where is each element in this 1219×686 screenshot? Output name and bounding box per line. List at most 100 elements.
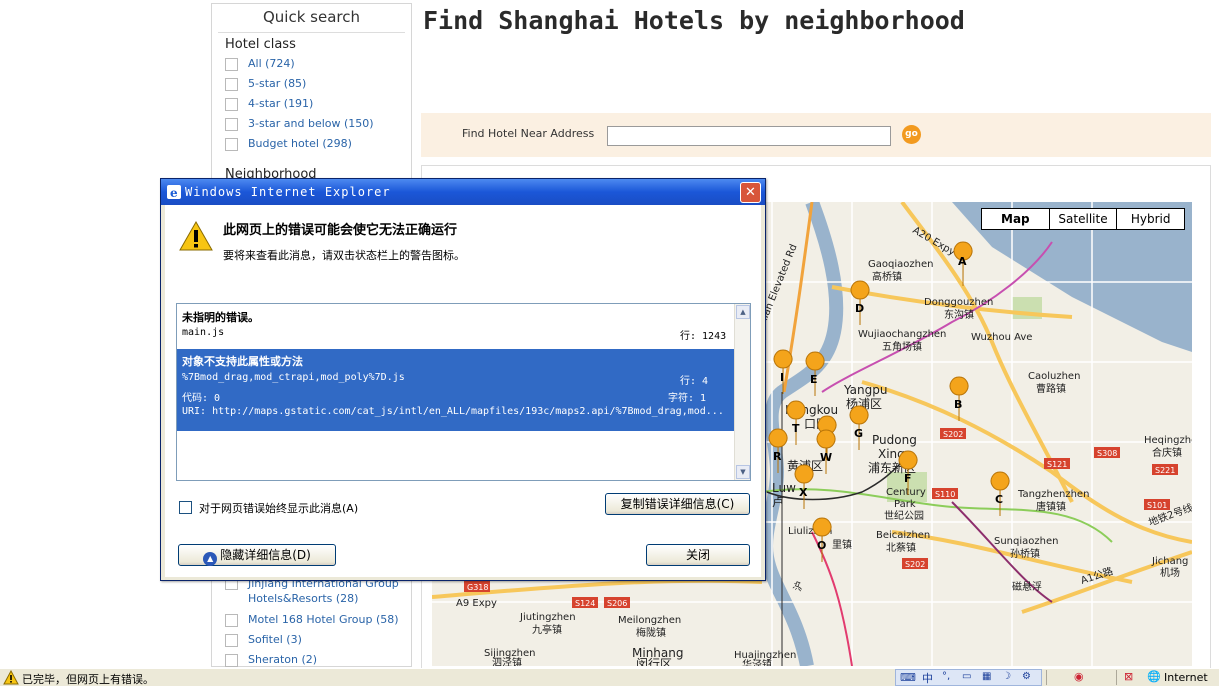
option-label[interactable]: Budget hotel (298) (248, 137, 352, 150)
status-text: 已完毕，但网页上有错误。 (22, 673, 154, 686)
option-label[interactable]: 3-star and below (150) (248, 117, 374, 130)
error-details-list[interactable]: 未指明的错误。 main.js 行: 1243 对象不支持此属性或方法 %7Bm… (176, 303, 751, 481)
ime-logo-icon[interactable]: ⌨ (900, 671, 916, 684)
option-label[interactable]: Motel 168 Hotel Group (58) (248, 613, 399, 626)
ime-grid-icon[interactable]: ▦ (982, 671, 991, 682)
go-button[interactable]: go (902, 125, 921, 144)
road-shield-s308: S308 (1097, 449, 1117, 458)
svg-text:C: C (995, 493, 1003, 506)
ime-moon-icon[interactable]: ☽ (1002, 671, 1011, 682)
dialog-body: 此网页上的错误可能会使它无法正确运行 要将来查看此消息，请双击状态栏上的警告图标… (165, 205, 761, 577)
map-label: Park (894, 499, 916, 510)
ime-mode-label[interactable]: 中 (922, 670, 933, 686)
error-code: 代码: 0 (182, 393, 221, 404)
svg-text:W: W (820, 451, 832, 464)
map-label: Tangzhenzhen (1017, 489, 1089, 500)
checkbox[interactable] (225, 78, 238, 91)
map-type-map-button[interactable]: Map (982, 209, 1049, 229)
ime-toolbar[interactable]: 中 ⌨ °, ▭ ▦ ☽ ⚙ (895, 669, 1042, 686)
road-shield-s110: S110 (935, 490, 955, 499)
internet-zone-globe-icon: 🌐 (1147, 670, 1161, 683)
hide-details-button[interactable]: ▲ 隐藏详细信息(D) (178, 544, 336, 566)
map-label: Yangpu (843, 383, 887, 397)
always-show-label[interactable]: 对于网页错误始终显示此消息(A) (199, 500, 358, 516)
svg-text:F: F (904, 472, 912, 485)
divider (1116, 670, 1117, 685)
checkbox[interactable] (225, 654, 238, 667)
svg-text:e: e (170, 186, 178, 199)
map-label: Gaoqiaozhen (868, 259, 933, 270)
ime-settings-icon[interactable]: ⚙ (1022, 671, 1031, 682)
always-show-checkbox[interactable] (179, 501, 192, 514)
dialog-hint: 要将来查看此消息，请双击状态栏上的警告图标。 (223, 249, 465, 262)
ime-keyboard-icon[interactable]: ▭ (962, 671, 971, 682)
map-label: 高桥镇 (872, 270, 902, 283)
ime-punct-icon[interactable]: °, (942, 671, 950, 682)
dialog-heading: 此网页上的错误可能会使它无法正确运行 (223, 223, 458, 238)
error-line: 行: 4 (680, 376, 709, 387)
option-label[interactable]: 5-star (85) (248, 77, 306, 90)
error-list-scrollbar[interactable]: ▲ ▼ (734, 304, 750, 480)
map-label: 北蔡镇 (886, 541, 916, 554)
address-search-bar: Find Hotel Near Address go (421, 113, 1211, 157)
map-type-hybrid-button[interactable]: Hybrid (1116, 209, 1184, 229)
popup-blocked-icon[interactable]: ⊠ (1124, 670, 1133, 683)
map-label: 闵行区 (636, 656, 672, 666)
browser-page: { "sidebar": { "title": "Quick search", … (0, 0, 1219, 686)
svg-text:R: R (773, 450, 782, 463)
map-label: Sunqiaozhen (994, 536, 1058, 547)
option-label[interactable]: Sofitel (3) (248, 633, 302, 646)
hide-details-label: 隐藏详细信息(D) (220, 548, 311, 562)
map-label: 机场 (1160, 566, 1180, 579)
address-input[interactable] (607, 126, 891, 146)
scroll-down-arrow-icon[interactable]: ▼ (736, 465, 750, 479)
dialog-titlebar[interactable]: e Windows Internet Explorer ✕ (161, 179, 765, 205)
map-label: A9 Expy (456, 598, 497, 609)
svg-text:G: G (854, 427, 863, 440)
checkbox[interactable] (225, 58, 238, 71)
copy-error-details-button[interactable]: 复制错误详细信息(C) (605, 493, 750, 515)
map-label: Caoluzhen (1028, 371, 1080, 382)
map-label: 华泾镇 (742, 658, 772, 666)
road-shield-s124: S124 (575, 599, 595, 608)
map-label: Pudong (872, 433, 917, 447)
option-label[interactable]: Sheraton (2) (248, 653, 317, 666)
svg-text:E: E (810, 373, 818, 386)
road-shield-s202: S202 (905, 560, 925, 569)
map-label: 九亭镇 (532, 623, 562, 636)
checkbox[interactable] (225, 118, 238, 131)
map-label: 卢 (772, 494, 784, 509)
error-line: 行: 1243 (680, 331, 727, 342)
map-label: Century (886, 487, 926, 498)
collapse-arrow-icon: ▲ (203, 552, 218, 566)
close-button[interactable]: 关闭 (646, 544, 750, 566)
page-error-warning-icon[interactable] (3, 670, 19, 685)
map-label: Wuzhou Ave (971, 332, 1032, 343)
warning-icon (179, 221, 213, 251)
privacy-icon[interactable]: ◉ (1074, 670, 1084, 683)
status-bar: 已完毕，但网页上有错误。 中 ⌨ °, ▭ ▦ ☽ ⚙ ◉ ⊠ 🌐 Intern… (0, 668, 1219, 686)
option-label[interactable]: All (724) (248, 57, 295, 70)
error-entry-selected[interactable]: 对象不支持此属性或方法 %7Bmod_drag,mod_ctrapi,mod_p… (177, 349, 734, 431)
map-label: 五角场镇 (882, 340, 922, 353)
map-label: 里镇 (832, 538, 852, 551)
map-type-satellite-button[interactable]: Satellite (1048, 209, 1117, 229)
scroll-up-arrow-icon[interactable]: ▲ (736, 305, 750, 319)
road-shield-s221: S221 (1155, 466, 1175, 475)
map-label: Luw (772, 481, 796, 495)
svg-text:A: A (958, 255, 967, 268)
dialog-close-button[interactable]: ✕ (740, 182, 761, 203)
map-label: 梅陇镇 (636, 626, 666, 639)
option-label[interactable]: 4-star (191) (248, 97, 313, 110)
internet-explorer-icon: e (167, 185, 181, 199)
checkbox[interactable] (225, 634, 238, 647)
checkbox[interactable] (225, 614, 238, 627)
checkbox[interactable] (225, 138, 238, 151)
security-zone-label: Internet (1164, 671, 1208, 684)
map-label: 合庆镇 (1152, 446, 1182, 459)
map-type-control: Map Satellite Hybrid (981, 208, 1185, 230)
page-title: Find Shanghai Hotels by neighborhood (423, 6, 965, 35)
map-label: Donggouzhen (924, 297, 993, 308)
checkbox[interactable] (225, 98, 238, 111)
hotel-class-heading: Hotel class (225, 37, 296, 52)
